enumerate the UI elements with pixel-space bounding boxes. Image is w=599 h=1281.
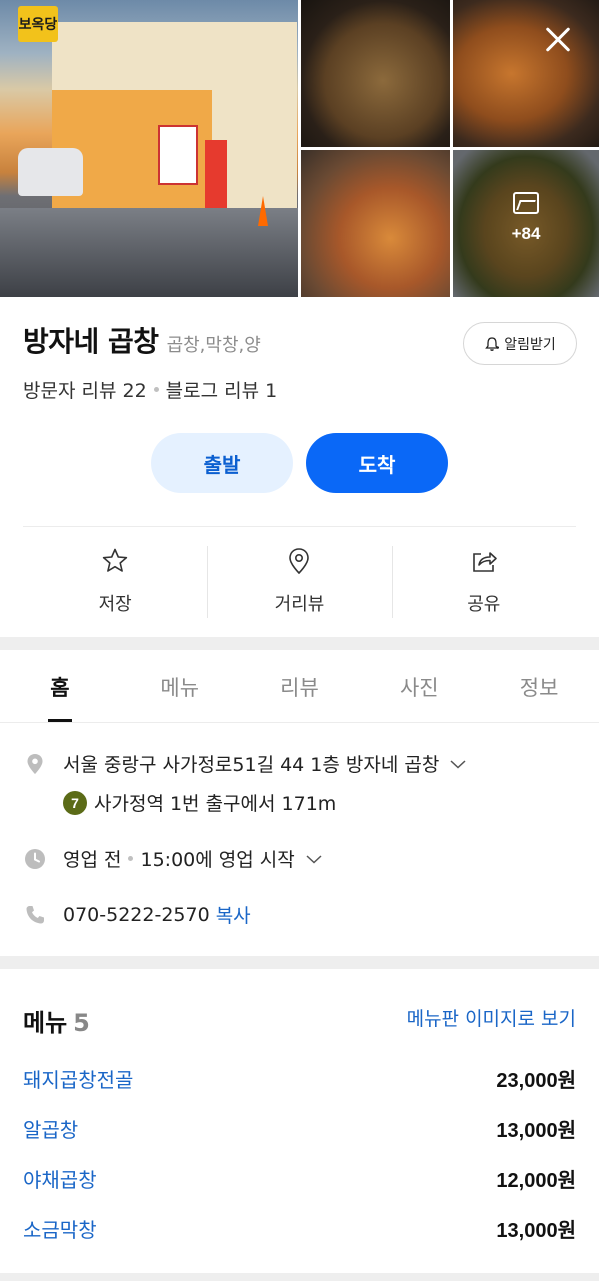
tab-photo[interactable]: 사진 [359,651,479,722]
street-view-label: 거리뷰 [274,594,325,615]
notify-label: 알림받기 [504,336,556,353]
subway-line-badge: 7 [63,790,87,815]
tab-home[interactable]: 홈 [0,651,120,722]
street-view-button[interactable]: 거리뷰 [207,540,391,618]
banner-shape [205,140,227,210]
food-photo-2[interactable] [453,0,599,147]
action-bar: 저장 거리뷰 공유 [23,540,576,618]
menu-board-shape [158,125,198,185]
car-shape [18,148,83,196]
menu-item: 야채곱창 12,000원 [23,1164,576,1193]
phone-number[interactable]: 070-5222-2570 [63,904,210,926]
section-divider [0,956,599,969]
more-photos-count: +84 [511,224,541,243]
copy-phone-button[interactable]: 복사 [216,901,251,928]
menu-item: 알곱창 13,000원 [23,1114,576,1143]
save-button[interactable]: 저장 [23,540,207,618]
blog-reviews-link[interactable]: 블로그 리뷰 1 [166,376,278,403]
menu-section-title: 메뉴 5 [23,1003,90,1038]
clock-icon [25,848,45,869]
divider [23,526,576,527]
phone-row: 070-5222-2570 복사 [23,901,251,928]
tab-menu[interactable]: 메뉴 [120,651,240,722]
subway-directions: 사가정역 1번 출구에서 171m [94,793,337,815]
address-row[interactable]: 서울 중랑구 사가정로51길 44 1층 방자네 곱창 [23,750,467,777]
hours-row[interactable]: 영업 전 15:00에 영업 시작 [23,845,323,872]
bell-icon [485,336,500,351]
tab-bar: 홈 메뉴 리뷰 사진 정보 [0,651,599,723]
more-photos: +84 [453,192,599,244]
share-label: 공유 [467,594,501,615]
section-divider [0,637,599,650]
menu-item-name[interactable]: 야채곱창 [23,1164,97,1193]
separator-dot [153,387,159,392]
save-label: 저장 [98,594,132,615]
image-icon [513,192,539,214]
address-text: 서울 중랑구 사가정로51길 44 1층 방자네 곱창 [63,754,440,776]
street-shape [0,208,298,297]
photo-gallery: 보옥당 +84 [0,0,599,297]
close-icon[interactable] [540,22,576,58]
map-pin-icon [289,548,310,575]
share-icon [473,552,497,572]
menu-board-image-link[interactable]: 메뉴판 이미지로 보기 [407,1004,576,1031]
arrive-button[interactable]: 도착 [306,433,448,493]
business-status: 영업 전 [63,849,122,871]
location-icon [27,753,43,774]
chevron-down-icon[interactable] [305,853,323,865]
menu-item: 돼지곱창전골 23,000원 [23,1064,576,1093]
chevron-down-icon[interactable] [449,758,467,770]
food-photo-3[interactable] [301,150,450,297]
storefront-photo[interactable]: 보옥당 [0,0,298,297]
tab-info[interactable]: 정보 [479,651,599,722]
review-summary: 방문자 리뷰 22 블로그 리뷰 1 [23,376,277,403]
more-photos-tile[interactable]: +84 [453,150,599,297]
menu-item-name[interactable]: 돼지곱창전골 [23,1064,133,1093]
phone-icon [26,905,44,923]
storefront-sign: 보옥당 [18,6,58,42]
place-category: 곱창,막창,양 [166,335,261,356]
section-divider [0,1273,599,1281]
menu-item-price: 13,000원 [496,1220,576,1242]
menu-item-name[interactable]: 알곱창 [23,1114,78,1143]
menu-title: 메뉴 [23,1009,68,1037]
notify-button[interactable]: 알림받기 [463,322,577,365]
place-header: 방자네 곱창 곱창,막창,양 [23,320,261,360]
menu-item: 소금막창 13,000원 [23,1214,576,1243]
place-name: 방자네 곱창 [23,325,159,358]
depart-button[interactable]: 출발 [151,433,293,493]
separator-dot [128,856,134,861]
subway-row: 7 사가정역 1번 출구에서 171m [63,789,336,816]
menu-count: 5 [73,1009,90,1037]
business-hours: 15:00에 영업 시작 [140,849,295,871]
menu-item-price: 13,000원 [496,1120,576,1142]
menu-item-price: 12,000원 [496,1170,576,1192]
tab-review[interactable]: 리뷰 [240,651,360,722]
visitor-reviews-link[interactable]: 방문자 리뷰 22 [23,376,147,403]
menu-item-price: 23,000원 [496,1070,576,1092]
share-button[interactable]: 공유 [391,540,576,618]
star-icon [102,548,128,572]
food-photo-1[interactable] [301,0,450,147]
menu-item-name[interactable]: 소금막창 [23,1214,97,1243]
